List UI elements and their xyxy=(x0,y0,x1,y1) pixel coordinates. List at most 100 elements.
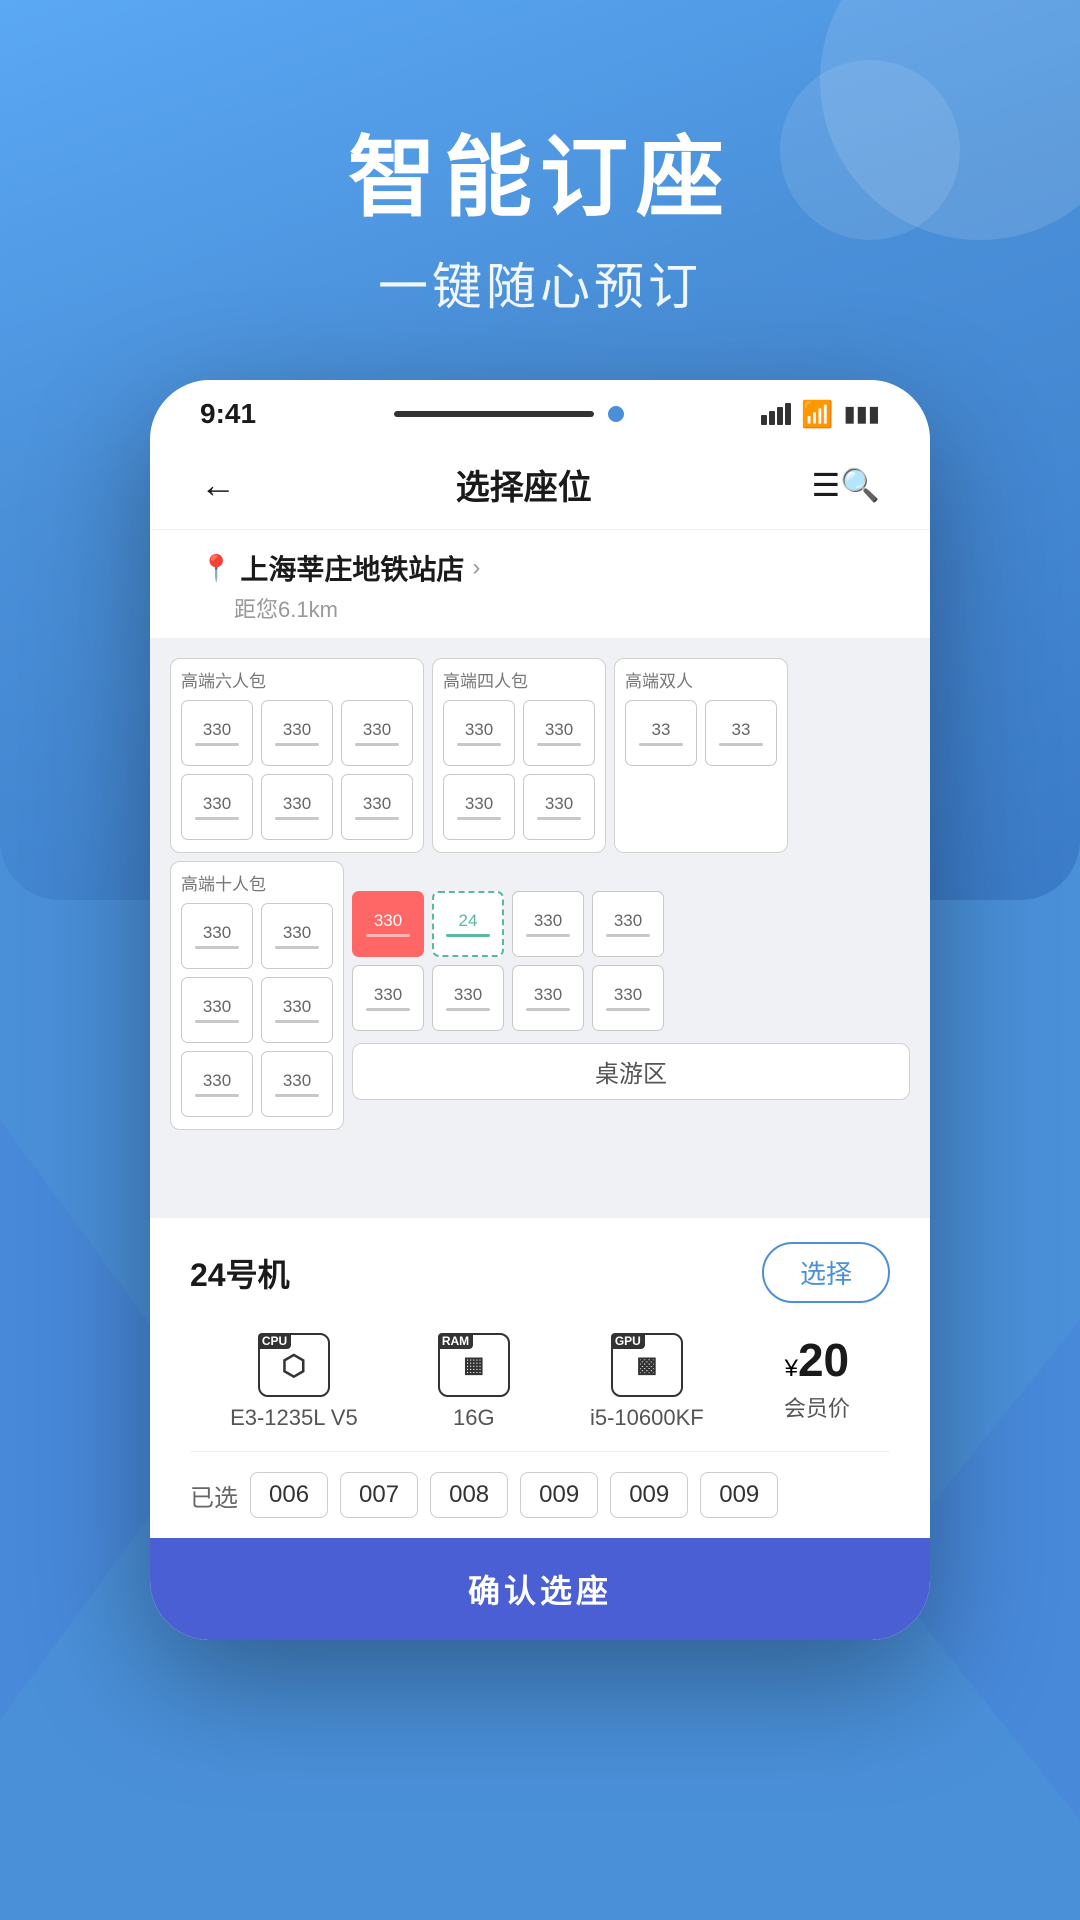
seat-item[interactable]: 330 xyxy=(181,903,253,969)
seat-item[interactable]: 330 xyxy=(523,700,595,766)
selected-seat-tag: 006 xyxy=(250,1472,328,1518)
right-row-top: 330 24 330 330 xyxy=(352,891,910,957)
cpu-corner-tag: CPU xyxy=(258,1333,291,1349)
price-label: 会员价 xyxy=(784,1391,850,1423)
selected-seat-tag: 009 xyxy=(610,1472,688,1518)
seats-grid-4person: 330 330 330 330 xyxy=(443,700,595,840)
seat-item[interactable]: 330 xyxy=(181,977,253,1043)
specs-row: CPU ⬡ E3-1235L V5 RAM ▦ 16G GPU ▩ i5-10 xyxy=(190,1323,890,1452)
seats-grid-2person: 33 33 xyxy=(625,700,777,766)
spec-cpu: CPU ⬡ E3-1235L V5 xyxy=(230,1333,358,1431)
ram-symbol: ▦ xyxy=(463,1352,484,1378)
location-name: 上海莘庄地铁站店 xyxy=(240,548,464,588)
seat-item[interactable]: 330 xyxy=(261,1051,333,1117)
section-2person-title: 高端双人 xyxy=(625,667,777,692)
seat-item[interactable]: 330 xyxy=(352,965,424,1031)
back-button[interactable]: ← xyxy=(200,464,236,506)
seat-item[interactable]: 330 xyxy=(261,774,333,840)
seat-map: 高端六人包 330 330 330 330 330 330 高端四人包 330 xyxy=(150,638,930,1218)
seat-item[interactable]: 330 xyxy=(592,891,664,957)
selected-seat-tag: 007 xyxy=(340,1472,418,1518)
location-distance: 距您6.1km xyxy=(200,592,880,624)
section-10person-left: 高端十人包 330 330 330 330 330 330 xyxy=(170,861,344,1130)
cpu-label: E3-1235L V5 xyxy=(230,1405,358,1431)
map-inner: 高端六人包 330 330 330 330 330 330 高端四人包 330 xyxy=(170,658,910,1130)
notch-bar xyxy=(394,411,594,417)
machine-name: 24号机 xyxy=(190,1250,290,1296)
select-button[interactable]: 选择 xyxy=(762,1242,890,1303)
selected-label: 已选 xyxy=(190,1478,238,1513)
hero-title: 智能订座 xyxy=(0,130,1080,227)
price-unit: ¥ xyxy=(785,1355,798,1383)
seats-grid-10person-left: 330 330 330 330 330 330 xyxy=(181,903,333,1117)
hero-section: 智能订座 一键随心预订 xyxy=(0,0,1080,319)
nav-bar: ← 选择座位 ☰🔍 xyxy=(150,440,930,530)
selected-seats-row: 已选 006 007 008 009 009 009 xyxy=(190,1452,890,1538)
gpu-label: i5-10600KF xyxy=(590,1405,704,1431)
section-10person-right: 330 24 330 330 330 330 330 330 xyxy=(352,861,910,1130)
seat-item[interactable]: 330 xyxy=(261,977,333,1043)
top-sections-row: 高端六人包 330 330 330 330 330 330 高端四人包 330 xyxy=(170,658,910,853)
seat-item[interactable]: 330 xyxy=(432,965,504,1031)
status-time: 9:41 xyxy=(200,398,256,430)
location-pin-icon: 📍 xyxy=(200,553,232,584)
machine-header: 24号机 选择 xyxy=(190,1242,890,1303)
seat-item[interactable]: 330 xyxy=(512,965,584,1031)
section-4person-title: 高端四人包 xyxy=(443,667,595,692)
seat-item[interactable]: 330 xyxy=(523,774,595,840)
seat-occupied: 330 xyxy=(352,891,424,957)
board-game-zone: 桌游区 xyxy=(352,1043,910,1100)
seat-item[interactable]: 330 xyxy=(181,1051,253,1117)
selected-seat-tag: 009 xyxy=(520,1472,598,1518)
gpu-icon-box: GPU ▩ xyxy=(611,1333,683,1397)
page-title: 选择座位 xyxy=(456,460,592,509)
seat-item[interactable]: 33 xyxy=(705,700,777,766)
phone-mockup: 9:41 📶 ▮▮▮ ← 选择座位 ☰🔍 📍 上海莘庄地铁站店 › xyxy=(150,380,930,1640)
right-row-bottom: 330 330 330 330 xyxy=(352,965,910,1031)
wifi-icon: 📶 xyxy=(801,399,833,430)
ram-corner-tag: RAM xyxy=(438,1333,473,1349)
filter-search-icon[interactable]: ☰🔍 xyxy=(811,466,880,504)
seat-item[interactable]: 330 xyxy=(181,774,253,840)
seat-item[interactable]: 330 xyxy=(261,700,333,766)
section-10person-title: 高端十人包 xyxy=(181,870,333,895)
ram-label: 16G xyxy=(453,1405,495,1431)
location-bar: 📍 上海莘庄地铁站店 › 距您6.1km xyxy=(150,530,930,638)
seat-item[interactable]: 33 xyxy=(625,700,697,766)
selected-seat-tag: 008 xyxy=(430,1472,508,1518)
confirm-button[interactable]: 确认选座 xyxy=(150,1538,930,1640)
section-6person-title: 高端六人包 xyxy=(181,667,413,692)
seat-item[interactable]: 330 xyxy=(261,903,333,969)
status-bar: 9:41 📶 ▮▮▮ xyxy=(150,380,930,440)
seat-item[interactable]: 330 xyxy=(181,700,253,766)
dot-indicator xyxy=(608,406,624,422)
ram-icon-box: RAM ▦ xyxy=(438,1333,510,1397)
seat-item[interactable]: 330 xyxy=(341,774,413,840)
cpu-symbol: ⬡ xyxy=(282,1349,306,1382)
seat-selected[interactable]: 24 xyxy=(432,891,504,957)
seat-item[interactable]: 330 xyxy=(341,700,413,766)
cpu-icon-box: CPU ⬡ xyxy=(258,1333,330,1397)
hero-subtitle: 一键随心预订 xyxy=(0,247,1080,319)
gpu-symbol: ▩ xyxy=(636,1352,657,1378)
location-arrow-icon: › xyxy=(472,554,480,582)
seat-item[interactable]: 330 xyxy=(443,774,515,840)
bottom-panel: 24号机 选择 CPU ⬡ E3-1235L V5 RAM ▦ 16G xyxy=(150,1218,930,1640)
section-6person: 高端六人包 330 330 330 330 330 330 xyxy=(170,658,424,853)
spec-gpu: GPU ▩ i5-10600KF xyxy=(590,1333,704,1431)
price-value: 20 xyxy=(798,1333,849,1387)
section-4person: 高端四人包 330 330 330 330 xyxy=(432,658,606,853)
nav-right-actions: ☰🔍 xyxy=(811,466,880,504)
price-display: ¥ 20 xyxy=(785,1333,850,1387)
battery-icon: ▮▮▮ xyxy=(844,401,880,427)
spec-price: ¥ 20 会员价 xyxy=(784,1333,850,1431)
selected-seat-tag: 009 xyxy=(700,1472,778,1518)
location-row[interactable]: 📍 上海莘庄地铁站店 › xyxy=(200,548,880,588)
seat-item[interactable]: 330 xyxy=(512,891,584,957)
signal-icon xyxy=(761,403,791,425)
status-icons: 📶 ▮▮▮ xyxy=(761,399,880,430)
big-section-row: 高端十人包 330 330 330 330 330 330 330 xyxy=(170,861,910,1130)
spec-ram: RAM ▦ 16G xyxy=(438,1333,510,1431)
seat-item[interactable]: 330 xyxy=(443,700,515,766)
seat-item[interactable]: 330 xyxy=(592,965,664,1031)
